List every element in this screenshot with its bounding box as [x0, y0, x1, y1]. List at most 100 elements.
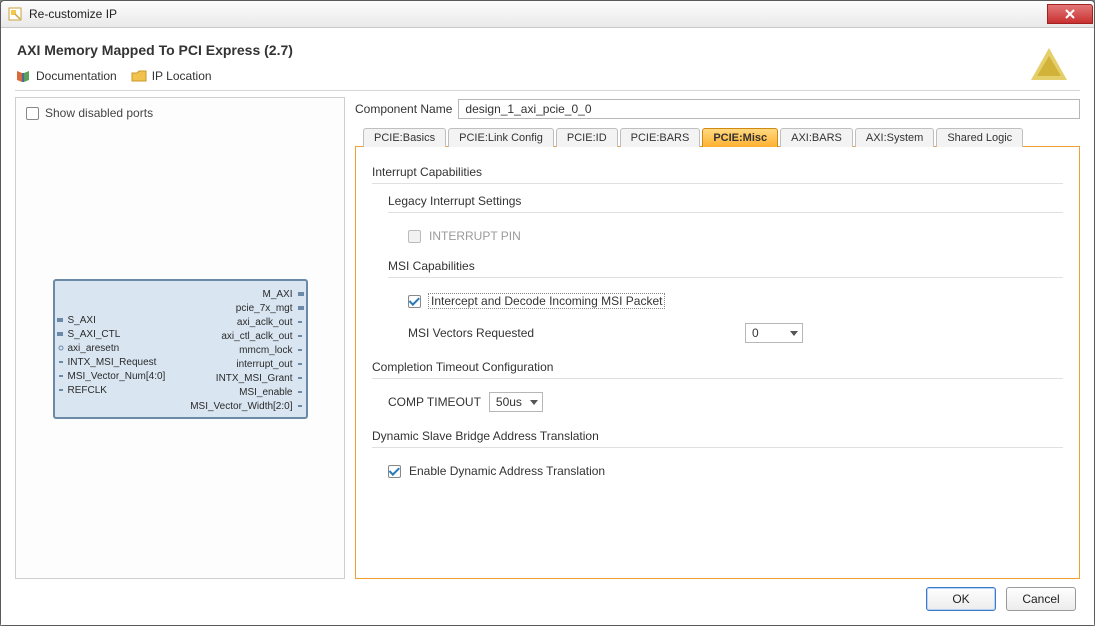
port-msi-vector-width: MSI_Vector_Width[2:0]	[190, 399, 305, 413]
port-s-axi-ctl: S_AXI_CTL	[55, 327, 166, 341]
msi-vectors-row: MSI Vectors Requested 0	[408, 320, 1063, 346]
titlebar: Re-customize IP	[1, 1, 1094, 28]
tab-pcie-id[interactable]: PCIE:ID	[556, 128, 618, 147]
cancel-button[interactable]: Cancel	[1006, 587, 1076, 611]
port-label: axi_aresetn	[68, 343, 120, 354]
tab-pcie-basics[interactable]: PCIE:Basics	[363, 128, 446, 147]
port-intx-msi-grant: INTX_MSI_Grant	[216, 371, 306, 385]
vivado-logo-icon	[1027, 46, 1071, 89]
port-axi-aclk-out: axi_aclk_out	[237, 315, 306, 329]
dialog-buttons: OK Cancel	[15, 579, 1080, 617]
tab-pcie-misc[interactable]: PCIE:Misc	[702, 128, 778, 147]
port-s-axi: S_AXI	[55, 313, 166, 327]
pin-icon	[57, 358, 65, 366]
ip-location-label: IP Location	[152, 69, 212, 83]
pin-icon	[296, 374, 304, 382]
pin-icon	[57, 372, 65, 380]
comp-timeout-label: COMP TIMEOUT	[388, 395, 481, 409]
section-interrupt-capabilities: Interrupt Capabilities	[372, 165, 1063, 179]
window-root: Re-customize IP AXI Memory Mapped To PCI…	[0, 0, 1095, 626]
port-label: mmcm_lock	[239, 345, 292, 356]
interrupt-pin-checkbox	[408, 230, 421, 243]
port-label: S_AXI_CTL	[68, 329, 121, 340]
msi-intercept-row: Intercept and Decode Incoming MSI Packet	[408, 288, 1063, 314]
port-label: axi_aclk_out	[237, 317, 293, 328]
bus-pin-icon	[57, 330, 65, 338]
port-label: MSI_Vector_Width[2:0]	[190, 401, 292, 412]
msi-vectors-label: MSI Vectors Requested	[408, 326, 534, 340]
close-button[interactable]	[1047, 4, 1093, 24]
pin-icon	[296, 332, 304, 340]
documentation-icon	[15, 68, 31, 84]
port-label: axi_ctl_aclk_out	[221, 331, 292, 342]
dynamic-enable-label: Enable Dynamic Address Translation	[409, 464, 605, 478]
divider	[388, 212, 1063, 213]
pin-icon	[57, 344, 65, 352]
divider	[388, 277, 1063, 278]
ip-location-link[interactable]: IP Location	[131, 68, 212, 84]
port-m-axi: M_AXI	[262, 287, 305, 301]
divider	[372, 447, 1063, 448]
port-interrupt-out: interrupt_out	[236, 357, 305, 371]
window-title: Re-customize IP	[29, 7, 1047, 21]
pin-icon	[57, 386, 65, 394]
port-msi-vector-num: MSI_Vector_Num[4:0]	[55, 369, 166, 383]
left-panel: Show disabled ports S_AXI S_AXI_CTL axi_…	[15, 97, 345, 579]
interrupt-pin-row: INTERRUPT PIN	[408, 223, 1063, 249]
show-disabled-ports-label: Show disabled ports	[45, 106, 153, 120]
port-intx-msi-request: INTX_MSI_Request	[55, 355, 166, 369]
ip-block-right-ports: M_AXI pcie_7x_mgt axi_aclk_out axi_ctl_a…	[165, 285, 305, 413]
dynamic-enable-checkbox[interactable]	[388, 465, 401, 478]
tab-bar: PCIE:Basics PCIE:Link Config PCIE:ID PCI…	[355, 125, 1080, 147]
ok-button[interactable]: OK	[926, 587, 996, 611]
documentation-label: Documentation	[36, 69, 117, 83]
tab-pcie-link-config[interactable]: PCIE:Link Config	[448, 128, 554, 147]
msi-intercept-checkbox[interactable]	[408, 295, 421, 308]
ip-block: S_AXI S_AXI_CTL axi_aresetn INTX_MSI_Req…	[53, 279, 308, 419]
tab-axi-system[interactable]: AXI:System	[855, 128, 934, 147]
port-refclk: REFCLK	[55, 383, 166, 397]
section-completion-timeout: Completion Timeout Configuration	[372, 360, 1063, 374]
bus-pin-icon	[296, 290, 304, 298]
divider	[372, 183, 1063, 184]
divider	[372, 378, 1063, 379]
right-panel: Component Name design_1_axi_pcie_0_0 PCI…	[355, 97, 1080, 579]
pin-icon	[296, 346, 304, 354]
section-dynamic-slave-bridge: Dynamic Slave Bridge Address Translation	[372, 429, 1063, 443]
documentation-link[interactable]: Documentation	[15, 68, 117, 84]
tab-axi-bars[interactable]: AXI:BARS	[780, 128, 853, 147]
interrupt-pin-label: INTERRUPT PIN	[429, 229, 521, 243]
toolbar: Documentation IP Location	[15, 64, 1080, 91]
msi-vectors-select[interactable]: 0	[745, 323, 803, 343]
comp-timeout-row: COMP TIMEOUT 50us	[388, 389, 1063, 415]
port-axi-ctl-aclk-out: axi_ctl_aclk_out	[221, 329, 305, 343]
port-label: interrupt_out	[236, 359, 292, 370]
show-disabled-ports-checkbox[interactable]	[26, 107, 39, 120]
folder-icon	[131, 68, 147, 84]
section-msi-capabilities: MSI Capabilities	[388, 259, 1063, 273]
pin-icon	[296, 388, 304, 396]
content: AXI Memory Mapped To PCI Express (2.7) D…	[1, 28, 1094, 625]
tab-body-pcie-misc: Interrupt Capabilities Legacy Interrupt …	[355, 146, 1080, 579]
pin-icon	[296, 402, 304, 410]
port-label: M_AXI	[262, 289, 292, 300]
port-label: INTX_MSI_Request	[68, 357, 157, 368]
comp-timeout-select[interactable]: 50us	[489, 392, 543, 412]
pin-icon	[296, 360, 304, 368]
pin-icon	[296, 318, 304, 326]
chevron-down-icon	[790, 331, 798, 336]
section-legacy-interrupt: Legacy Interrupt Settings	[388, 194, 1063, 208]
port-label: REFCLK	[68, 385, 107, 396]
port-label: MSI_enable	[239, 387, 292, 398]
component-name-input[interactable]: design_1_axi_pcie_0_0	[458, 99, 1080, 119]
tab-shared-logic[interactable]: Shared Logic	[936, 128, 1023, 147]
port-axi-aresetn: axi_aresetn	[55, 341, 166, 355]
dynamic-enable-row: Enable Dynamic Address Translation	[388, 458, 1063, 484]
port-msi-enable: MSI_enable	[239, 385, 305, 399]
chevron-down-icon	[530, 400, 538, 405]
port-label: INTX_MSI_Grant	[216, 373, 293, 384]
tab-pcie-bars[interactable]: PCIE:BARS	[620, 128, 701, 147]
bus-pin-icon	[296, 304, 304, 312]
ip-block-left-ports: S_AXI S_AXI_CTL axi_aresetn INTX_MSI_Req…	[55, 285, 166, 413]
comp-timeout-value: 50us	[496, 395, 522, 409]
